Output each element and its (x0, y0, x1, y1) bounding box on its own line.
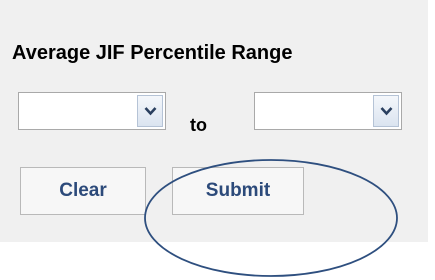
jif-range-panel: Average JIF Percentile Range to Clear Su… (0, 0, 428, 242)
submit-button[interactable]: Submit (172, 167, 304, 215)
max-select-dropdown-button[interactable] (373, 95, 399, 127)
section-title: Average JIF Percentile Range (12, 42, 293, 64)
max-percentile-select[interactable] (254, 92, 402, 130)
chevron-down-icon (380, 107, 393, 116)
range-separator: to (190, 115, 207, 135)
chevron-down-icon (144, 107, 157, 116)
page: Average JIF Percentile Range to Clear Su… (0, 0, 435, 280)
clear-button[interactable]: Clear (20, 167, 146, 215)
min-select-dropdown-button[interactable] (137, 95, 163, 127)
min-percentile-select[interactable] (18, 92, 166, 130)
